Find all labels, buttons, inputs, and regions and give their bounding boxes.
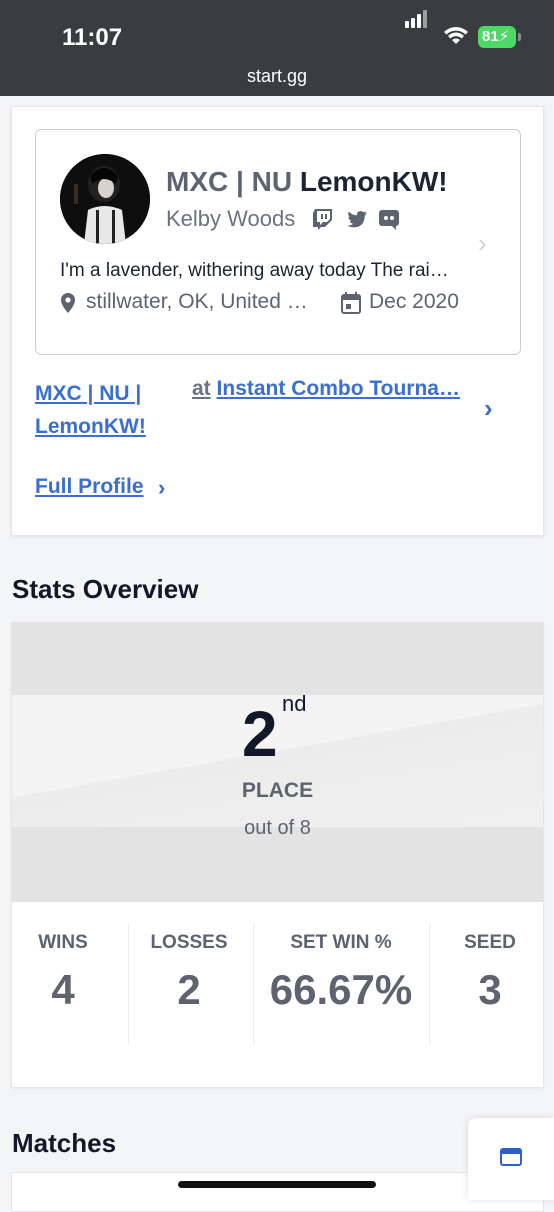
- twitch-icon[interactable]: [312, 208, 334, 230]
- discord-icon[interactable]: [378, 208, 400, 230]
- avatar: [60, 154, 150, 244]
- entrant-name-line2[interactable]: LemonKW!: [35, 410, 146, 443]
- floating-window-button[interactable]: [468, 1118, 554, 1200]
- at-label: at: [192, 377, 211, 400]
- status-bar: 11:07 81⚡ start.gg: [0, 0, 554, 96]
- sponsor-prefix: MXC | NU: [166, 166, 293, 197]
- stat-label: LOSSES: [150, 932, 228, 953]
- entrant-card: MXC | NU LemonKW! Kelby Woods › I'm a la…: [11, 106, 544, 536]
- bio: I'm a lavender, withering away today The…: [60, 260, 449, 281]
- placement-number: 2: [242, 698, 278, 770]
- stats-overview-card: 2 nd PLACE out of 8 WINS 4 LOSSES 2 SET …: [11, 622, 544, 1088]
- stat-value: 3: [478, 966, 502, 1013]
- placement-suffix: nd: [282, 691, 307, 716]
- placement-out-of: out of 8: [244, 817, 311, 839]
- chevron-right-icon[interactable]: ›: [484, 393, 493, 424]
- entrant-name-line1[interactable]: MXC | NU |: [35, 377, 146, 410]
- chevron-right-icon: ›: [478, 228, 487, 258]
- profile-name: MXC | NU LemonKW!: [166, 166, 448, 198]
- tournament-line[interactable]: at Instant Combo Tourna…: [192, 377, 460, 401]
- stat-set-win-percent: SET WIN % 66.67%: [262, 932, 420, 1014]
- full-profile-link[interactable]: Full Profile: [35, 475, 144, 499]
- stat-label: SEED: [464, 932, 516, 953]
- matches-title: Matches: [12, 1128, 117, 1158]
- window-icon: [500, 1148, 522, 1166]
- stat-losses: LOSSES 2: [139, 932, 239, 1014]
- clock: 11:07: [62, 24, 123, 51]
- matches-card: [11, 1172, 544, 1212]
- stat-label: SET WIN %: [290, 932, 392, 953]
- stat-value: 66.67%: [269, 966, 413, 1013]
- stats-row: WINS 4 LOSSES 2 SET WIN % 66.67% SEED 3: [12, 901, 543, 1087]
- divider: [429, 924, 430, 1044]
- stat-value: 2: [177, 966, 201, 1013]
- chevron-right-icon[interactable]: ›: [158, 475, 165, 501]
- wifi-icon: [444, 27, 468, 44]
- gamertag: LemonKW!: [299, 166, 448, 197]
- home-indicator[interactable]: [178, 1181, 376, 1188]
- real-name: Kelby Woods: [166, 206, 296, 231]
- divider: [128, 924, 129, 1044]
- battery-cap: [518, 33, 521, 41]
- placement-banner: 2 nd PLACE out of 8: [12, 623, 543, 901]
- twitter-icon[interactable]: [346, 208, 368, 230]
- battery-icon: 81⚡: [478, 26, 516, 48]
- stat-label: WINS: [38, 932, 88, 953]
- stats-overview-title: Stats Overview: [12, 574, 199, 604]
- location-text: stillwater, OK, United …: [86, 290, 308, 313]
- joined-date: Dec 2020: [369, 290, 459, 313]
- url-bar[interactable]: start.gg: [0, 66, 554, 87]
- stat-wins: WINS 4: [12, 932, 114, 1014]
- placement-label: PLACE: [241, 779, 314, 802]
- stat-seed: SEED 3: [440, 932, 540, 1014]
- profile-summary[interactable]: MXC | NU LemonKW! Kelby Woods › I'm a la…: [35, 129, 521, 355]
- divider: [253, 924, 254, 1044]
- tournament-link[interactable]: Instant Combo Tourna…: [217, 377, 460, 400]
- location-pin-icon: [61, 293, 75, 313]
- stat-value: 4: [51, 966, 75, 1013]
- calendar-icon: [341, 292, 361, 314]
- entrant-name-link[interactable]: MXC | NU | LemonKW!: [35, 377, 146, 443]
